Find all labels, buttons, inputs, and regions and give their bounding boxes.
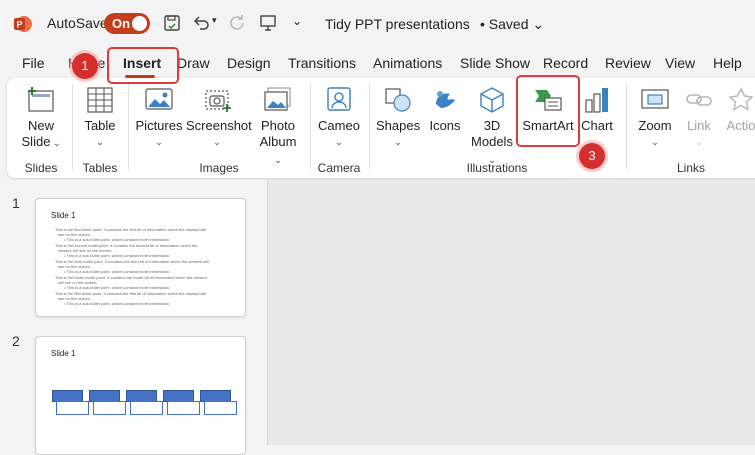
sub-bullet-text: • This is a sub-bullet point, which cont… (64, 253, 171, 258)
slide-number-2: 2 (12, 333, 20, 349)
sub-bullet-text: • This is a sub-bullet point, which cont… (64, 301, 171, 306)
step-badge-1: 1 (72, 53, 98, 79)
slide-number-1: 1 (12, 195, 20, 211)
step-badge-3: 3 (579, 143, 605, 169)
smartart-shape (93, 401, 126, 415)
slide-thumbnail-1[interactable]: Slide 1 This is the first bullet point. … (35, 198, 246, 317)
smartart-shape (56, 401, 89, 415)
sub-bullet-text: • This is a sub-bullet point, which cont… (64, 237, 171, 242)
smartart-shape (167, 401, 200, 415)
sub-bullet-text: • This is a sub-bullet point, which cont… (64, 285, 171, 290)
slide-thumbnail-2[interactable]: Slide 1 (35, 336, 246, 455)
sub-bullet-text: • This is a sub-bullet point, which cont… (64, 269, 171, 274)
smartart-shape (204, 401, 237, 415)
smartart-shape (130, 401, 163, 415)
slide-editor-area[interactable] (268, 180, 755, 445)
slide-title: Slide 1 (51, 349, 76, 358)
slide-title: Slide 1 (51, 211, 76, 220)
